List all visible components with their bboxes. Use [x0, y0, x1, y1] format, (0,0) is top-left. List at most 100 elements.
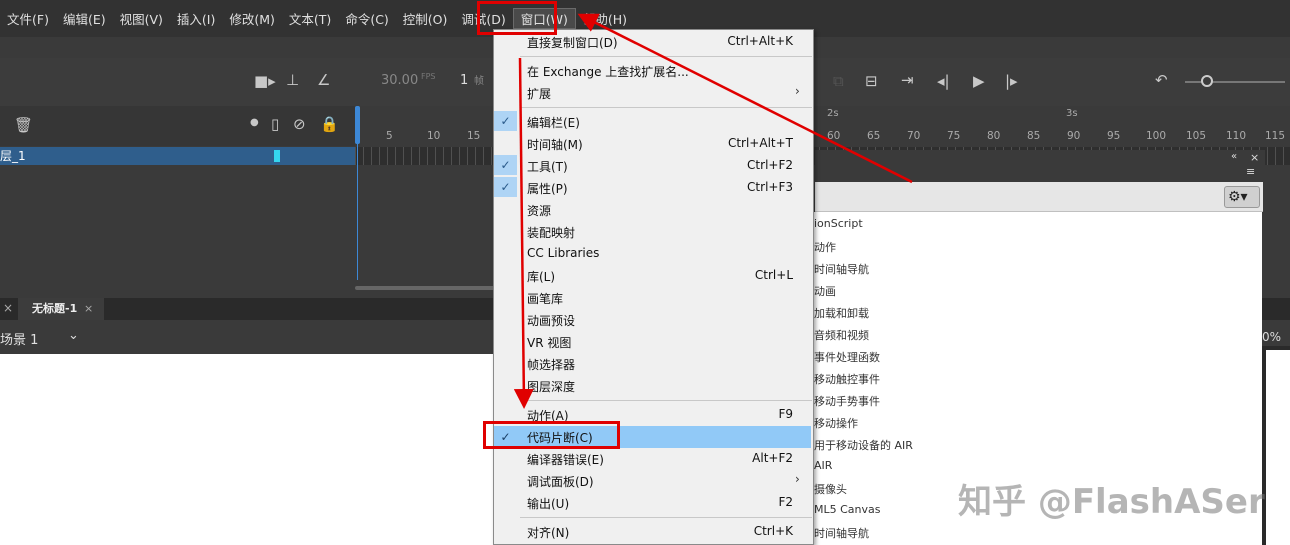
menu-insert[interactable]: 插入(I): [170, 9, 222, 28]
step-back-icon[interactable]: ◂|: [937, 74, 950, 89]
undo-zoom-icon[interactable]: ↶: [1155, 73, 1168, 88]
menu-item-brush-library[interactable]: 画笔库: [527, 290, 563, 307]
snippet-folder[interactable]: 音频和视频: [814, 327, 869, 343]
submenu-arrow-icon: ›: [795, 472, 800, 486]
snippet-folder[interactable]: 动作: [814, 239, 836, 255]
menu-item-timeline[interactable]: 时间轴(M): [527, 136, 583, 153]
zoom-percent[interactable]: 0%: [1262, 330, 1290, 346]
zoom-slider[interactable]: [1185, 81, 1285, 83]
menu-item-align[interactable]: 对齐(N): [527, 524, 569, 541]
playhead[interactable]: [355, 106, 360, 144]
prev-tab-close-icon[interactable]: ×: [3, 301, 13, 315]
tab-close-icon[interactable]: ×: [84, 302, 93, 315]
menu-item-edit-bar[interactable]: 编辑栏(E): [527, 114, 580, 131]
snippet-folder[interactable]: 加载和卸载: [814, 305, 869, 321]
chevron-down-icon[interactable]: ⌄: [68, 328, 79, 343]
collapse-panel-icon[interactable]: «: [1231, 151, 1237, 162]
fps-value[interactable]: 30.00: [381, 73, 418, 88]
menu-item-library[interactable]: 库(L): [527, 268, 555, 285]
snippet-folder[interactable]: 时间轴导航: [814, 525, 869, 541]
play-icon[interactable]: ▶: [973, 74, 985, 89]
menu-view[interactable]: 视图(V): [113, 9, 170, 28]
hide-eye-icon[interactable]: ⊘: [293, 117, 306, 132]
menu-item-motion-presets[interactable]: 动画预设: [527, 312, 575, 329]
menu-file[interactable]: 文件(F): [0, 9, 56, 28]
menu-item-debug-panels[interactable]: 调试面板(D): [527, 473, 594, 490]
menu-item-layer-depth[interactable]: 图层深度: [527, 378, 575, 395]
menu-command[interactable]: 命令(C): [338, 9, 395, 28]
menu-item-assets[interactable]: 资源: [527, 202, 551, 219]
fps-label: FPS: [421, 72, 436, 81]
shortcut: Ctrl+Alt+K: [727, 34, 793, 48]
highlight-dot-icon[interactable]: ●: [250, 118, 259, 128]
loop-icon[interactable]: ⇥: [901, 73, 914, 88]
snippets-toolbar: [815, 182, 1263, 212]
menu-item-assembly-map[interactable]: 装配映射: [527, 224, 575, 241]
annotation-box-code-snippets: [483, 421, 620, 449]
menu-item-extensions[interactable]: 扩展: [527, 85, 551, 102]
menu-item-frame-picker[interactable]: 帧选择器: [527, 356, 575, 373]
tick-label: 75: [947, 130, 961, 142]
layer-color-marker: [274, 150, 280, 162]
timeline-scrollbar[interactable]: [355, 286, 495, 290]
layers-area: [0, 165, 355, 283]
shortcut: Ctrl+F3: [747, 180, 793, 194]
snippet-folder[interactable]: 移动触控事件: [814, 371, 880, 387]
snippet-folder[interactable]: 事件处理函数: [814, 349, 880, 365]
snippet-folder[interactable]: 移动手势事件: [814, 393, 880, 409]
snippet-folder[interactable]: 摄像头: [814, 481, 847, 497]
menu-text[interactable]: 文本(T): [282, 9, 338, 28]
layer-header: 🗑 ● ▯ ⊘ 🔒: [0, 106, 355, 146]
app-window: 文件(F) 编辑(E) 视图(V) 插入(I) 修改(M) 文本(T) 命令(C…: [0, 0, 1290, 545]
menu-item-exchange[interactable]: 在 Exchange 上查找扩展名...: [527, 63, 689, 80]
menu-help[interactable]: 帮助(H): [576, 9, 634, 28]
panel-menu-icon[interactable]: ≡: [1246, 165, 1255, 178]
second-marker: 2s: [827, 108, 839, 119]
snippet-folder[interactable]: AIR: [814, 459, 832, 472]
timeline-toolbar: ■▸ ⊥ ∠: [0, 58, 355, 106]
menu-item-properties[interactable]: 属性(P): [527, 180, 568, 197]
tick-label: 70: [907, 130, 921, 142]
menu-edit[interactable]: 编辑(E): [56, 9, 113, 28]
outline-icon[interactable]: ▯: [271, 117, 279, 132]
snippet-folder[interactable]: 时间轴导航: [814, 261, 869, 277]
snippet-folder[interactable]: 动画: [814, 283, 836, 299]
playhead-line: [357, 144, 358, 280]
current-frame[interactable]: 1: [460, 73, 468, 88]
zoom-slider-handle[interactable]: [1201, 75, 1213, 87]
close-panel-icon[interactable]: ×: [1250, 151, 1259, 164]
menu-item-cc-libraries[interactable]: CC Libraries: [527, 246, 599, 260]
snippet-folder[interactable]: 移动操作: [814, 415, 858, 431]
menu-modify[interactable]: 修改(M): [222, 9, 282, 28]
menu-item-tools[interactable]: 工具(T): [527, 158, 568, 175]
menu-control[interactable]: 控制(O): [396, 9, 455, 28]
tick-label: 100: [1146, 130, 1167, 142]
menu-separator: [520, 56, 812, 57]
menu-item-output[interactable]: 输出(U): [527, 495, 569, 512]
shortcut: F2: [778, 495, 793, 509]
panel-header: [815, 150, 1265, 182]
lock-icon[interactable]: 🔒: [320, 117, 339, 132]
gear-icon[interactable]: ⚙▾: [1224, 186, 1260, 208]
tick-label: 15: [467, 130, 481, 142]
trash-icon[interactable]: 🗑: [14, 118, 33, 133]
snippet-folder[interactable]: 用于移动设备的 AIR: [814, 437, 913, 453]
layer-row[interactable]: 层_1: [0, 147, 355, 165]
side-canvas: [1266, 350, 1290, 545]
submenu-arrow-icon: ›: [795, 84, 800, 98]
layer-parenting-icon[interactable]: ⊥: [286, 73, 299, 88]
menu-item-vr-view[interactable]: VR 视图: [527, 334, 571, 351]
tick-label: 110: [1226, 130, 1247, 142]
snippet-folder[interactable]: ionScript: [814, 217, 863, 230]
tick-label: 115: [1265, 130, 1286, 142]
snippet-folder[interactable]: ML5 Canvas: [814, 503, 881, 516]
onion-skin-icon[interactable]: ⧉: [833, 74, 844, 89]
graph-icon[interactable]: ∠: [317, 73, 330, 88]
camera-icon[interactable]: ■▸: [254, 74, 276, 89]
step-forward-icon[interactable]: |▸: [1005, 74, 1018, 89]
shortcut: Ctrl+Alt+T: [727, 136, 793, 150]
check-icon: ✓: [494, 155, 517, 175]
menu-item-compiler-errors[interactable]: 编译器错误(E): [527, 451, 604, 468]
edit-multiple-frames-icon[interactable]: ⊟: [865, 74, 878, 89]
menu-item-duplicate-window[interactable]: 直接复制窗口(D): [527, 34, 618, 51]
